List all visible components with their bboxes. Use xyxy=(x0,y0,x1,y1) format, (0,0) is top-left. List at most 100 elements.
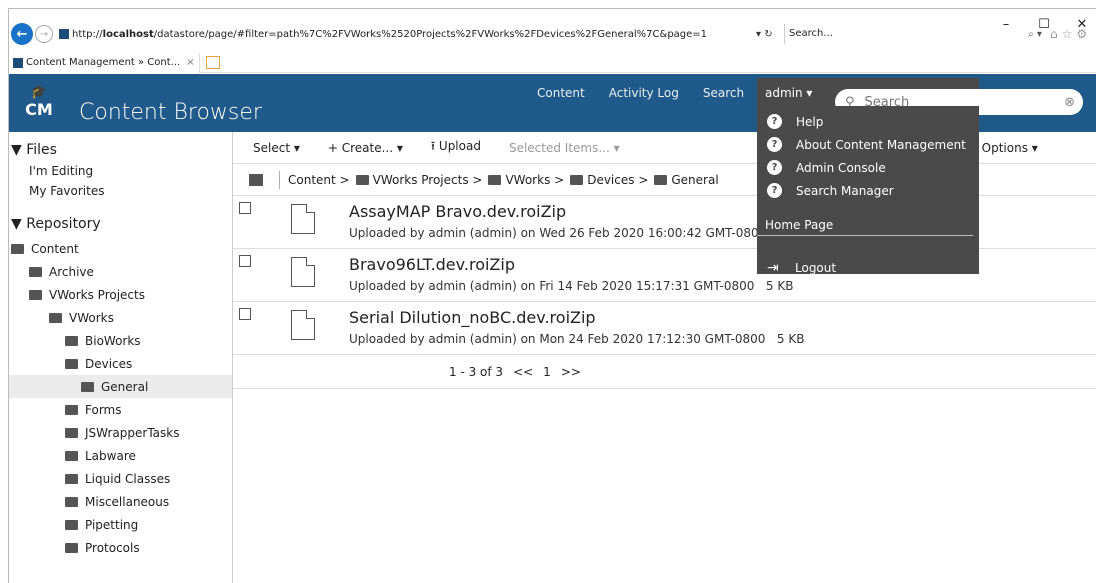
breadcrumb-general[interactable]: General xyxy=(654,172,719,187)
file-meta: Uploaded by admin (admin) on Fri 14 Feb … xyxy=(349,279,793,293)
search-icon[interactable]: ⌕ ▾ xyxy=(1020,29,1050,40)
close-tab-icon[interactable]: × xyxy=(186,57,194,68)
menu-item-label: Logout xyxy=(795,260,837,275)
tree-item-miscellaneous[interactable]: Miscellaneous xyxy=(9,490,232,513)
tree-item-vworks-projects[interactable]: VWorks Projects xyxy=(9,283,232,306)
cm-logo-icon: 🎓 CM xyxy=(23,86,55,122)
breadcrumb-label: Devices xyxy=(587,172,635,187)
file-name-link[interactable]: Serial Dilution_noBC.dev.roiZip xyxy=(349,308,596,327)
url-host: localhost xyxy=(102,28,154,40)
select-dropdown[interactable]: Select ▾ xyxy=(253,141,300,155)
tree-item-content[interactable]: Content xyxy=(9,237,232,260)
menu-item-admin-console[interactable]: ? Admin Console xyxy=(757,156,979,179)
browser-search-input[interactable]: Search... xyxy=(784,24,1020,44)
tree-item-label: Devices xyxy=(85,356,133,371)
new-tab-button[interactable] xyxy=(205,56,220,69)
folder-icon xyxy=(654,174,668,185)
upload-button[interactable]: ⭱ Upload xyxy=(431,137,481,158)
pagination-next[interactable]: >> xyxy=(561,365,581,379)
breadcrumb-vworks-projects[interactable]: VWorks Projects > xyxy=(355,172,482,187)
row-checkbox[interactable] xyxy=(239,308,251,320)
file-row[interactable]: Serial Dilution_noBC.dev.roiZip Uploaded… xyxy=(233,302,1096,355)
row-checkbox[interactable] xyxy=(239,255,251,267)
tree-item-pipetting[interactable]: Pipetting xyxy=(9,513,232,536)
tree-item-protocols[interactable]: Protocols xyxy=(9,536,232,559)
tree-item-archive[interactable]: Archive xyxy=(9,260,232,283)
breadcrumb-label: General xyxy=(671,172,719,187)
breadcrumb-divider xyxy=(279,170,280,189)
pagination-prev[interactable]: << xyxy=(513,365,533,379)
refresh-icon[interactable]: ▾ ↻ xyxy=(756,29,784,40)
url-input[interactable]: http://localhost/datastore/page/#filter=… xyxy=(72,29,752,40)
back-icon[interactable]: ← xyxy=(11,23,33,45)
tree-item-label: Liquid Classes xyxy=(85,471,171,486)
pagination-page-1[interactable]: 1 xyxy=(543,365,551,379)
nav-content[interactable]: Content xyxy=(537,86,585,100)
file-upload-info: Uploaded by admin (admin) on Mon 24 Feb … xyxy=(349,332,766,346)
sidebar-item-my-favorites[interactable]: My Favorites xyxy=(9,181,232,201)
menu-item-search-manager[interactable]: ? Search Manager xyxy=(757,179,979,202)
nav-activity-log[interactable]: Activity Log xyxy=(609,86,679,100)
tree-item-label: VWorks xyxy=(69,310,114,325)
breadcrumb-label: VWorks xyxy=(505,172,551,187)
tree-item-general[interactable]: General xyxy=(9,375,232,398)
favorites-icon[interactable]: ☆ xyxy=(1062,27,1073,41)
tree-item-vworks[interactable]: VWorks xyxy=(9,306,232,329)
tab-content-management[interactable]: Content Management » Cont... × xyxy=(9,52,200,73)
tree-item-liquid-classes[interactable]: Liquid Classes xyxy=(9,467,232,490)
nav-search[interactable]: Search xyxy=(703,86,744,100)
file-name-link[interactable]: AssayMAP Bravo.dev.roiZip xyxy=(349,202,566,221)
tree-item-label: Miscellaneous xyxy=(85,494,170,509)
tree-item-labware[interactable]: Labware xyxy=(9,444,232,467)
clear-search-icon[interactable]: ⊗ xyxy=(1064,95,1075,110)
settings-gear-icon[interactable]: ⚙ xyxy=(1076,27,1087,41)
tree-item-forms[interactable]: Forms xyxy=(9,398,232,421)
tree-item-jswrappertasks[interactable]: JSWrapperTasks xyxy=(9,421,232,444)
home-icon[interactable]: ⌂ xyxy=(1050,27,1058,41)
menu-item-home-page[interactable]: Home Page xyxy=(757,214,973,236)
tree-item-devices[interactable]: Devices xyxy=(9,352,232,375)
breadcrumb-content[interactable]: Content > xyxy=(288,173,350,187)
breadcrumb-label: VWorks Projects xyxy=(372,172,469,187)
menu-item-label: Search Manager xyxy=(796,183,894,198)
page-title: Content Browser xyxy=(79,100,262,125)
file-upload-info: Uploaded by admin (admin) on Wed 26 Feb … xyxy=(349,226,767,240)
file-icon xyxy=(291,310,315,340)
file-size: 5 KB xyxy=(776,332,805,346)
url-prefix: http:// xyxy=(72,28,103,40)
row-checkbox[interactable] xyxy=(239,202,251,214)
tree-item-label: VWorks Projects xyxy=(49,287,145,302)
file-size: 5 KB xyxy=(765,279,794,293)
menu-item-about[interactable]: ? About Content Management xyxy=(757,133,979,156)
folder-icon xyxy=(49,312,62,323)
folder-icon xyxy=(65,427,78,438)
tree-item-bioworks[interactable]: BioWorks xyxy=(9,329,232,352)
menu-item-help[interactable]: ? Help xyxy=(757,110,979,133)
breadcrumb-devices[interactable]: Devices > xyxy=(570,173,648,187)
forward-icon[interactable]: → xyxy=(35,25,53,43)
repository-header[interactable]: ▼ Repository xyxy=(9,211,232,237)
folder-tree: Content Archive VWorks Projects VWorks BioWo… xyxy=(9,237,232,559)
menu-item-logout[interactable]: ⇥ Logout xyxy=(757,256,979,279)
folder-icon xyxy=(65,519,78,530)
folder-icon xyxy=(355,174,369,185)
up-folder-icon[interactable] xyxy=(249,173,263,186)
file-name-link[interactable]: Bravo96LT.dev.roiZip xyxy=(349,255,515,274)
create-button[interactable]: + Create... ▾ xyxy=(328,141,403,155)
tab-favicon-icon xyxy=(13,57,23,68)
tree-item-label: General xyxy=(101,379,149,394)
options-dropdown[interactable]: Options ▾ xyxy=(982,141,1038,155)
files-header[interactable]: ▼ Files xyxy=(9,138,232,161)
folder-icon xyxy=(65,496,78,507)
file-meta: Uploaded by admin (admin) on Wed 26 Feb … xyxy=(349,226,778,240)
sidebar-item-im-editing[interactable]: I'm Editing xyxy=(9,161,232,181)
folder-icon xyxy=(65,473,78,484)
file-meta: Uploaded by admin (admin) on Mon 24 Feb … xyxy=(349,332,804,346)
help-icon: ? xyxy=(767,160,782,175)
browser-window: – ☐ ✕ ← → http://localhost/datastore/pag… xyxy=(8,8,1096,583)
selected-items-dropdown[interactable]: Selected Items... ▾ xyxy=(509,141,620,155)
pagination: 1 - 3 of 3 << 1 >> xyxy=(233,355,1096,389)
breadcrumb-vworks[interactable]: VWorks > xyxy=(488,173,564,187)
address-bar: ← → http://localhost/datastore/page/#fil… xyxy=(9,22,1096,46)
folder-icon xyxy=(81,381,94,392)
